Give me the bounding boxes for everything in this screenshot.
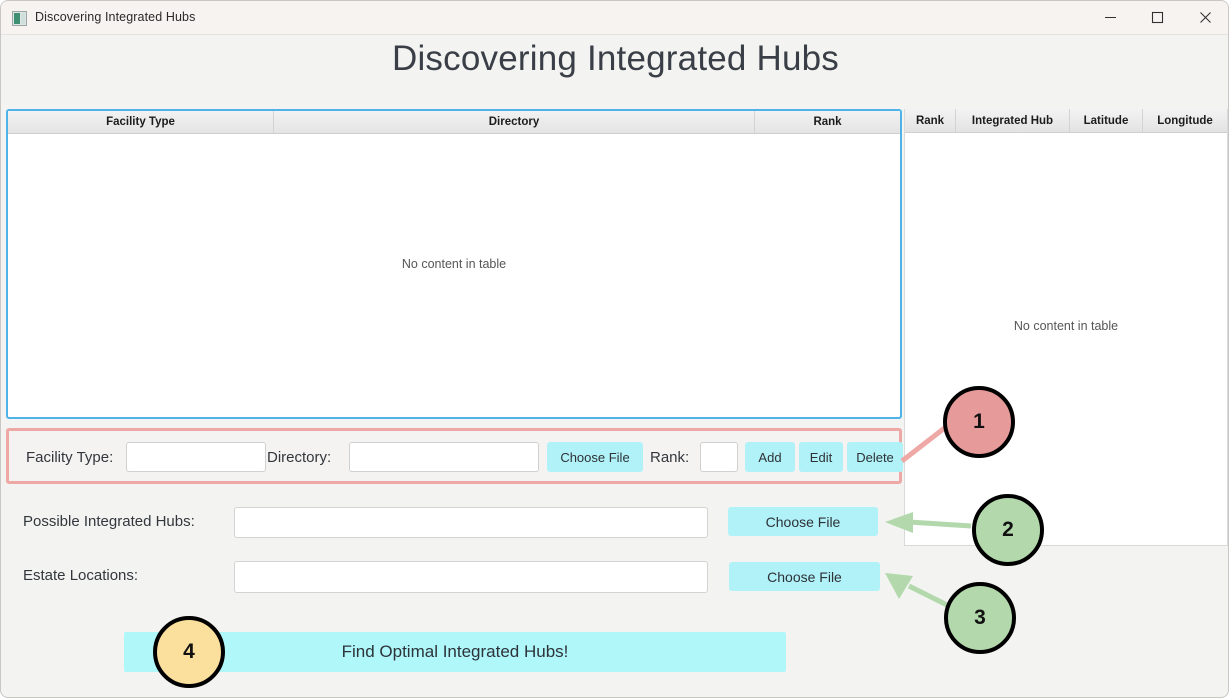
minimize-icon	[1105, 16, 1116, 19]
facility-type-input[interactable]	[126, 442, 266, 472]
column-header-facility-type[interactable]: Facility Type	[8, 111, 274, 133]
application-window: Discovering Integrated Hubs Discovering …	[0, 0, 1229, 698]
page-title: Discovering Integrated Hubs	[391, 39, 840, 78]
minimize-button[interactable]	[1087, 1, 1134, 34]
facility-table-header: Facility Type Directory Rank	[8, 111, 900, 134]
title-bar: Discovering Integrated Hubs	[1, 1, 1228, 35]
estate-locations-input[interactable]	[234, 561, 708, 593]
integrated-hub-table[interactable]: Rank Integrated Hub Latitude Longitude N…	[904, 109, 1228, 546]
annotation-marker-2: 2	[972, 494, 1044, 566]
annotation-marker-1: 1	[943, 386, 1015, 458]
possible-integrated-hubs-input[interactable]	[234, 507, 708, 538]
facility-table-empty-message: No content in table	[401, 257, 507, 271]
possible-integrated-hubs-label: Possible Integrated Hubs:	[23, 513, 195, 530]
column-header-rank[interactable]: Rank	[755, 111, 900, 133]
directory-label: Directory:	[267, 449, 332, 466]
integrated-hub-table-empty-message: No content in table	[1013, 319, 1119, 333]
app-icon	[12, 11, 27, 26]
annotation-marker-3: 3	[944, 582, 1016, 654]
directory-input[interactable]	[349, 442, 539, 472]
facility-type-label: Facility Type:	[26, 449, 114, 466]
edit-button[interactable]: Edit	[799, 442, 843, 472]
delete-button[interactable]: Delete	[847, 442, 903, 472]
column-header-directory[interactable]: Directory	[274, 111, 755, 133]
maximize-icon	[1151, 11, 1164, 24]
add-button[interactable]: Add	[745, 442, 795, 472]
entry-row-panel: Facility Type: Directory: Choose File Ra…	[6, 428, 903, 484]
choose-file-directory-button[interactable]: Choose File	[547, 442, 643, 472]
window-title: Discovering Integrated Hubs	[35, 10, 196, 24]
column-header-latitude[interactable]: Latitude	[1070, 109, 1143, 132]
rank-label: Rank:	[650, 449, 690, 466]
facility-table[interactable]: Facility Type Directory Rank No content …	[6, 109, 902, 419]
integrated-hub-table-header: Rank Integrated Hub Latitude Longitude	[905, 109, 1227, 133]
rank-input[interactable]	[700, 442, 738, 472]
column-header-integrated-hub[interactable]: Integrated Hub	[956, 109, 1070, 132]
choose-file-estate-locations-button[interactable]: Choose File	[729, 562, 880, 591]
close-button[interactable]	[1182, 1, 1228, 34]
annotation-marker-4: 4	[153, 616, 225, 688]
column-header-longitude[interactable]: Longitude	[1143, 109, 1227, 132]
choose-file-possible-hubs-button[interactable]: Choose File	[728, 507, 878, 536]
close-icon	[1200, 12, 1211, 23]
estate-locations-label: Estate Locations:	[23, 567, 139, 584]
maximize-button[interactable]	[1134, 1, 1181, 34]
column-header-rank[interactable]: Rank	[905, 109, 956, 132]
annotation-arrow-3	[885, 573, 951, 609]
